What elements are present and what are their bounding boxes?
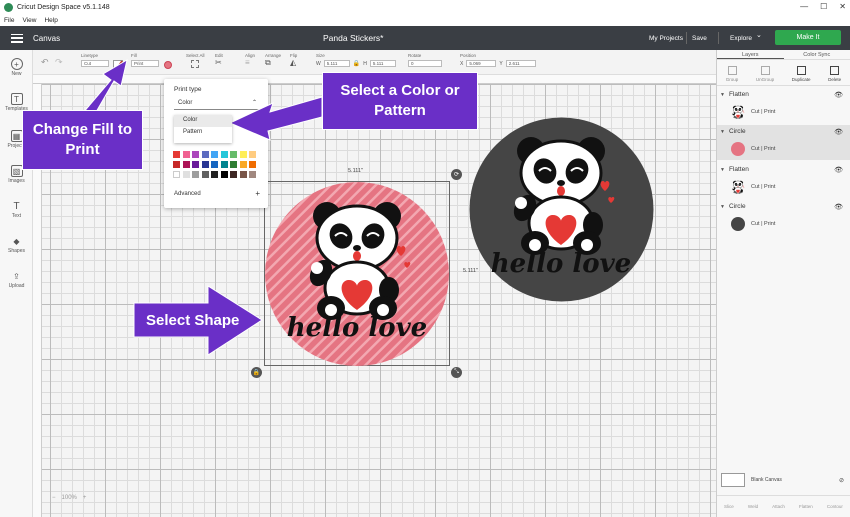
eye-icon[interactable]: 👁 [834,166,843,174]
blank-canvas-swatch [721,473,745,487]
layer-name: Flatten [728,166,749,173]
ungroup-button[interactable]: UnGroup [756,66,774,82]
panel-tabs: Layers Color Sync [717,50,850,60]
layer-actions: Group UnGroup Duplicate Delete [717,60,850,86]
expand-arrow-icon[interactable]: ▼ [720,92,725,98]
arrow-to-color-option [228,96,323,141]
attach-button[interactable]: Attach [772,504,785,509]
duplicate-icon [796,66,806,75]
expand-arrow-icon[interactable]: ▼ [720,129,725,135]
tab-color-sync[interactable]: Color Sync [784,50,850,59]
layers-panel: Layers Color Sync Group UnGroup Duplicat… [716,50,850,517]
layer-type: Cut | Print [751,146,776,152]
delete-button[interactable]: Delete [828,66,841,82]
layer-flatten-1[interactable]: ▼ Flatten 👁 Cut | Print [717,88,850,123]
slice-button[interactable]: Slice [724,504,734,509]
layer-name: Circle [728,128,746,135]
callout-select-shape: Select Shape [146,311,240,329]
print-type-options: Color Pattern [174,115,232,143]
pink-circle-thumb [731,142,745,156]
callout-change-fill: Change Fill to Print [22,110,143,170]
eye-icon[interactable]: 👁 [834,91,843,99]
gray-circle-thumb [731,217,745,231]
eye-icon[interactable]: 👁 [834,203,843,211]
layer-circle-1[interactable]: ▼ Circle 👁 Cut | Print [717,125,850,160]
panda-thumb-icon [731,105,745,119]
blank-canvas-row[interactable]: Blank Canvas ⊘ [721,473,844,487]
group-icon [727,66,737,75]
trash-icon [830,66,840,75]
weld-button[interactable]: Weld [748,504,758,509]
flatten-button[interactable]: Flatten [799,504,813,509]
layer-type: Cut | Print [751,109,776,115]
group-button[interactable]: Group [726,66,738,82]
ungroup-icon [760,66,770,75]
panda-thumb-icon [731,180,745,194]
layer-circle-2[interactable]: ▼ Circle 👁 Cut | Print [717,200,850,235]
eye-off-icon[interactable]: ⊘ [839,477,844,484]
contour-button[interactable]: Contour [827,504,843,509]
layer-name: Flatten [728,91,749,98]
layer-flatten-2[interactable]: ▼ Flatten 👁 Cut | Print [717,163,850,198]
option-pattern[interactable]: Pattern [174,127,232,139]
duplicate-button[interactable]: Duplicate [792,66,811,82]
bottom-actions: Slice Weld Attach Flatten Contour [717,495,850,517]
layer-type: Cut | Print [751,184,776,190]
layer-name: Circle [728,203,746,210]
expand-arrow-icon[interactable]: ▼ [720,204,725,210]
option-color[interactable]: Color [174,115,232,127]
eye-icon[interactable]: 👁 [834,128,843,136]
expand-arrow-icon[interactable]: ▼ [720,167,725,173]
callout-select-color: Select a Color or Pattern [322,72,478,130]
blank-canvas-label: Blank Canvas [751,477,782,483]
tab-layers[interactable]: Layers [717,50,784,59]
layer-type: Cut | Print [751,221,776,227]
